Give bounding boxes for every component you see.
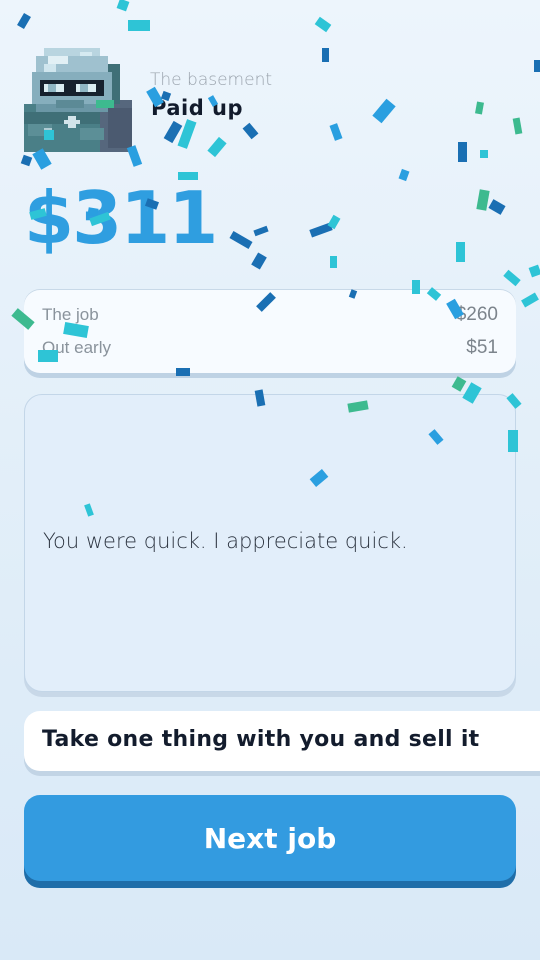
location-label: The basement (150, 70, 273, 90)
objective-banner: Take one thing with you and sell it (24, 711, 540, 771)
confetti-piece (398, 168, 410, 182)
confetti-piece (253, 225, 269, 237)
payout-breakdown-card: The job $260 Out early $51 (24, 289, 516, 373)
confetti-piece (309, 222, 333, 238)
confetti-piece (476, 189, 490, 211)
dialogue-box: You were quick. I appreciate quick. (24, 394, 516, 692)
payout-row-job: The job $260 (42, 301, 498, 334)
payout-row-amount: $51 (466, 337, 498, 358)
confetti-piece (20, 154, 33, 167)
total-payout: $311 (24, 176, 218, 260)
confetti-piece (475, 101, 484, 115)
confetti-piece (480, 150, 488, 158)
confetti-piece (116, 0, 130, 12)
confetti-piece (528, 264, 540, 278)
confetti-piece (458, 142, 467, 162)
confetti-piece (372, 98, 396, 124)
objective-text: Take one thing with you and sell it (42, 727, 480, 752)
payout-row-out-early: Out early $51 (42, 334, 498, 367)
confetti-piece (251, 252, 267, 270)
confetti-piece (17, 12, 31, 30)
confetti-piece (503, 269, 521, 287)
confetti-piece (456, 242, 465, 262)
confetti-piece (229, 231, 253, 249)
confetti-piece (242, 122, 259, 140)
confetti-piece (322, 48, 329, 62)
confetti-piece (451, 376, 467, 392)
confetti-piece (330, 256, 337, 268)
confetti-piece (521, 292, 539, 308)
confetti-piece (512, 117, 523, 135)
confetti-piece (327, 214, 341, 230)
next-job-button[interactable]: Next job (24, 795, 516, 881)
confetti-piece (488, 199, 506, 215)
confetti-piece (329, 123, 343, 141)
confetti-piece (163, 120, 183, 144)
confetti-piece (207, 136, 227, 158)
confetti-piece (128, 20, 150, 31)
confetti-piece (534, 60, 540, 72)
payout-row-label: Out early (42, 338, 111, 357)
confetti-piece (177, 119, 197, 149)
confetti-piece (314, 16, 332, 33)
status-title: Paid up (151, 96, 244, 120)
diving-helmet-character-icon (24, 44, 132, 152)
payout-screen: The basement Paid up $311 The job $260 O… (0, 0, 540, 960)
payout-row-label: The job (42, 305, 99, 324)
dialogue-text: You were quick. I appreciate quick. (43, 529, 408, 553)
payout-row-amount: $260 (455, 304, 498, 325)
